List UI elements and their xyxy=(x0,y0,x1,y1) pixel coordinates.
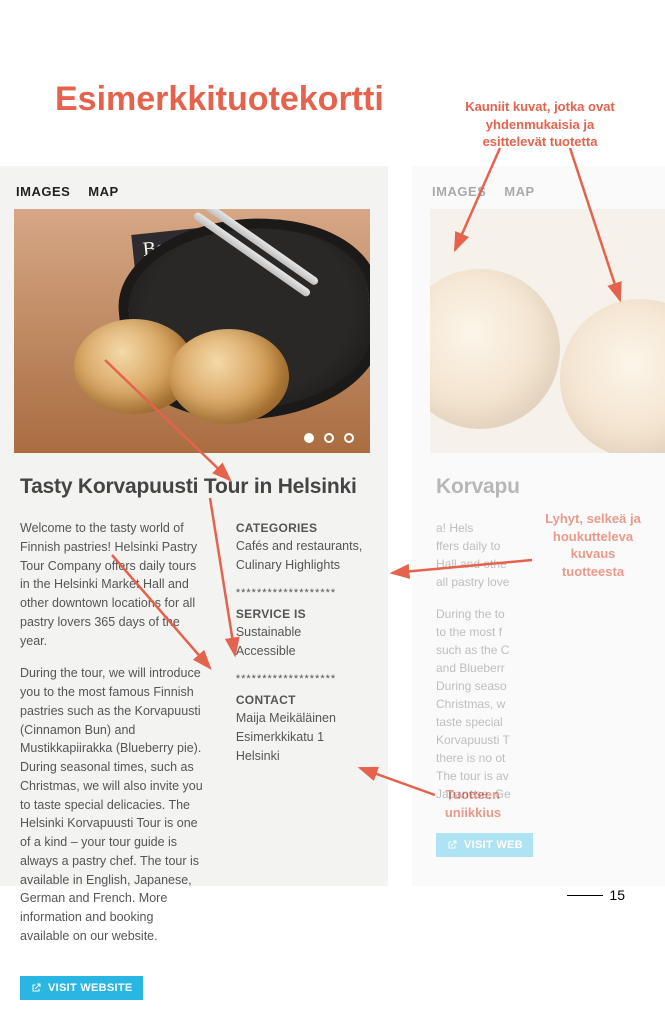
annotation-images: Kauniit kuvat, jotka ovatyhdenmukaisia j… xyxy=(440,98,640,151)
product-sidebar: CATEGORIES Cafés and restaurants, Culina… xyxy=(236,519,364,960)
description-p2: During the to to the most f such as the … xyxy=(436,605,622,803)
tab-map[interactable]: MAP xyxy=(88,184,118,199)
description-p2: During the tour, we will introduce you t… xyxy=(20,664,206,945)
donut-icon xyxy=(560,299,665,453)
visit-website-label: VISIT WEB xyxy=(464,839,523,851)
service-heading: SERVICE IS xyxy=(236,605,364,623)
visit-website-button[interactable]: VISIT WEBSITE xyxy=(20,976,143,1000)
card-tabs: IMAGES MAP xyxy=(0,166,388,209)
product-description: Welcome to the tasty world of Finnish pa… xyxy=(20,519,206,960)
tab-images[interactable]: IMAGES xyxy=(432,184,486,199)
cards-row: IMAGES MAP i GORIES and rants, ry Highli… xyxy=(0,166,665,886)
carousel-dots[interactable] xyxy=(304,433,354,443)
separator: ******************* xyxy=(236,585,364,602)
hero-image xyxy=(430,209,665,453)
product-card-center: IMAGES MAP Berliinin – munkki Tasty Korv… xyxy=(0,166,388,886)
tab-map[interactable]: MAP xyxy=(504,184,534,199)
product-card-right: IMAGES MAP Korvapu a! Hels ffers daily t… xyxy=(412,166,665,886)
donut-icon xyxy=(430,269,560,429)
page-number: 15 xyxy=(567,887,625,903)
hero-image: Berliinin – munkki xyxy=(14,209,370,453)
product-description: a! Hels ffers daily to Hall and othe all… xyxy=(436,519,622,817)
external-link-icon xyxy=(446,839,458,851)
external-link-icon xyxy=(30,982,42,994)
contact-value: Maija Meikäläinen Esimerkkikatu 1 Helsin… xyxy=(236,709,364,765)
pastry-icon xyxy=(169,329,289,424)
product-title: Tasty Korvapuusti Tour in Helsinki xyxy=(0,453,388,499)
categories-heading: CATEGORIES xyxy=(236,519,364,537)
tab-images[interactable]: IMAGES xyxy=(16,184,70,199)
contact-heading: CONTACT xyxy=(236,691,364,709)
description-p1: a! Hels ffers daily to Hall and othe all… xyxy=(436,519,622,591)
visit-website-button[interactable]: VISIT WEB xyxy=(436,833,533,857)
visit-website-label: VISIT WEBSITE xyxy=(48,982,133,994)
separator: ******************* xyxy=(236,671,364,688)
page-title: Esimerkkituotekortti xyxy=(55,80,384,119)
service-value: Sustainable Accessible xyxy=(236,623,364,661)
card-tabs: IMAGES MAP xyxy=(412,166,665,209)
description-p1: Welcome to the tasty world of Finnish pa… xyxy=(20,519,206,650)
categories-value: Cafés and restaurants, Culinary Highligh… xyxy=(236,537,364,575)
product-title: Korvapu xyxy=(412,453,665,499)
